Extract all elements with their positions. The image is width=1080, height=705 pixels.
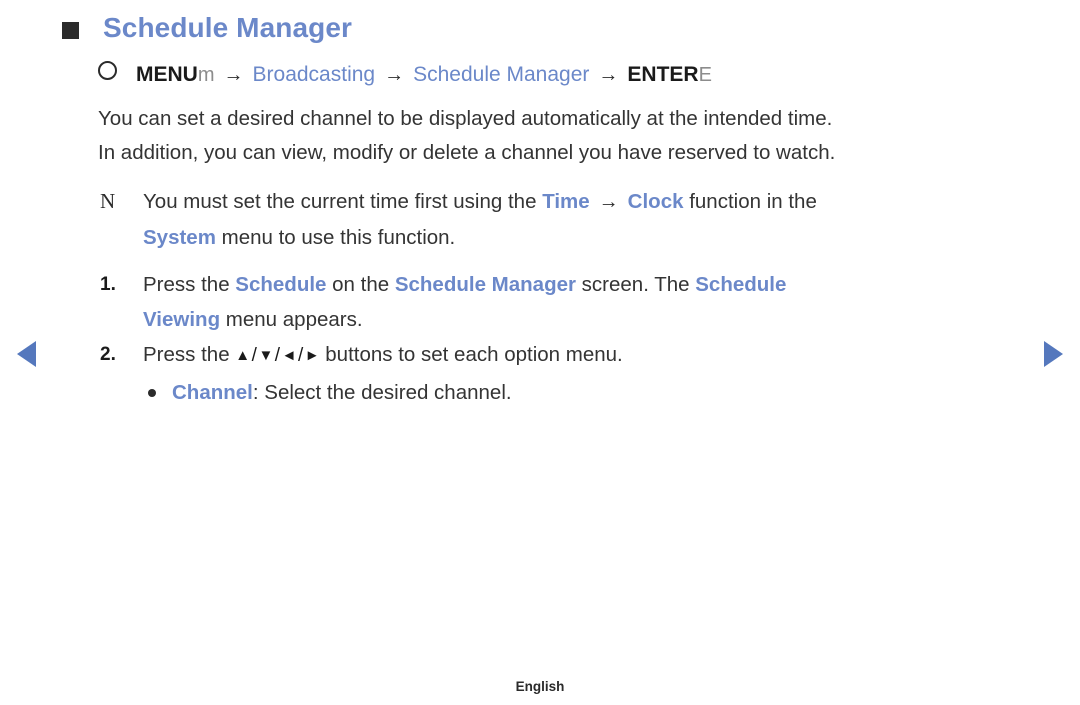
square-bullet-icon bbox=[62, 22, 79, 39]
step-1-key-viewing: Viewing bbox=[143, 308, 221, 331]
path-arrow-3: → bbox=[598, 64, 619, 86]
step-2-line-1: Press the ▲/▼/◄/► buttons to set each op… bbox=[143, 337, 1028, 374]
circle-outline-icon bbox=[98, 61, 117, 80]
triangle-left-icon[interactable] bbox=[17, 341, 36, 367]
steps-list: 1. Press the Schedule on the Schedule Ma… bbox=[98, 267, 1028, 410]
step-2-text-b: buttons to set each option menu. bbox=[319, 343, 623, 366]
step-1-text-c: screen. The bbox=[575, 273, 696, 296]
step-number-1: 1. bbox=[100, 274, 116, 295]
menu-key-label: MENU bbox=[136, 63, 198, 86]
description-line-2: In addition, you can view, modify or del… bbox=[98, 141, 836, 164]
arrow-down-icon: ▼ bbox=[258, 347, 274, 364]
note-text-a: You must set the current time first usin… bbox=[143, 190, 543, 213]
sub-item-text: : Select the desired channel. bbox=[252, 381, 512, 404]
note-key-system: System bbox=[143, 226, 216, 249]
footer-language: English bbox=[515, 679, 565, 694]
separator-1: / bbox=[251, 345, 257, 366]
menu-path-breadcrumb: MENU m → Broadcasting → Schedule Manager … bbox=[98, 58, 1028, 92]
path-arrow-2: → bbox=[384, 64, 405, 86]
sub-item-label: Channel bbox=[172, 381, 253, 404]
manual-page: Schedule Manager MENU m → Broadcasting → … bbox=[0, 0, 1080, 705]
note-key-clock: Clock bbox=[627, 190, 684, 213]
note-line-1: You must set the current time first usin… bbox=[143, 184, 1028, 220]
note-marker-icon: N bbox=[100, 189, 116, 213]
note-line-2: System menu to use this function. bbox=[143, 220, 1028, 255]
arrow-left-icon: ◄ bbox=[281, 347, 297, 364]
path-arrow-1: → bbox=[223, 64, 244, 86]
sub-item-channel: Channel: Select the desired channel. bbox=[98, 375, 1028, 410]
separator-3: / bbox=[297, 345, 304, 366]
note-text-b: function in the bbox=[683, 190, 817, 213]
description-paragraph: You can set a desired channel to be disp… bbox=[98, 102, 1028, 170]
arrow-right-icon: ► bbox=[304, 347, 320, 364]
step-1-text-d: menu appears. bbox=[220, 308, 363, 331]
step-2-text-a: Press the bbox=[143, 343, 236, 366]
step-1-key-schedule-manager: Schedule Manager bbox=[394, 273, 576, 296]
step-item-2: 2. Press the ▲/▼/◄/► buttons to set each… bbox=[98, 337, 1028, 374]
note-arrow: → bbox=[598, 191, 619, 213]
step-1-line-1: Press the Schedule on the Schedule Manag… bbox=[143, 267, 1028, 302]
enter-key-symbol: E bbox=[698, 64, 712, 86]
step-1-key-schedule-2: Schedule bbox=[695, 273, 787, 296]
step-1-key-schedule: Schedule bbox=[235, 273, 327, 296]
step-1-text-b: on the bbox=[326, 273, 395, 296]
menu-key-symbol: m bbox=[197, 64, 215, 86]
step-item-1: 1. Press the Schedule on the Schedule Ma… bbox=[98, 267, 1028, 337]
note-block: N You must set the current time first us… bbox=[98, 184, 1028, 255]
note-text-c: menu to use this function. bbox=[215, 226, 456, 249]
step-1-text-a: Press the bbox=[143, 273, 236, 296]
path-item-schedule-manager: Schedule Manager bbox=[413, 63, 590, 86]
arrow-up-icon: ▲ bbox=[235, 347, 251, 364]
round-bullet-icon bbox=[148, 389, 156, 397]
step-number-2: 2. bbox=[100, 344, 116, 365]
page-heading: Schedule Manager bbox=[62, 12, 353, 44]
enter-key-label: ENTER bbox=[627, 63, 699, 86]
triangle-right-icon[interactable] bbox=[1044, 341, 1063, 367]
note-key-time: Time bbox=[542, 190, 590, 213]
description-line-1: You can set a desired channel to be disp… bbox=[98, 107, 833, 130]
separator-2: / bbox=[274, 345, 281, 366]
step-1-line-2: Viewing menu appears. bbox=[143, 302, 1028, 337]
page-title: Schedule Manager bbox=[103, 12, 353, 43]
path-item-broadcasting: Broadcasting bbox=[252, 63, 376, 86]
page-content: MENU m → Broadcasting → Schedule Manager … bbox=[98, 58, 1028, 410]
